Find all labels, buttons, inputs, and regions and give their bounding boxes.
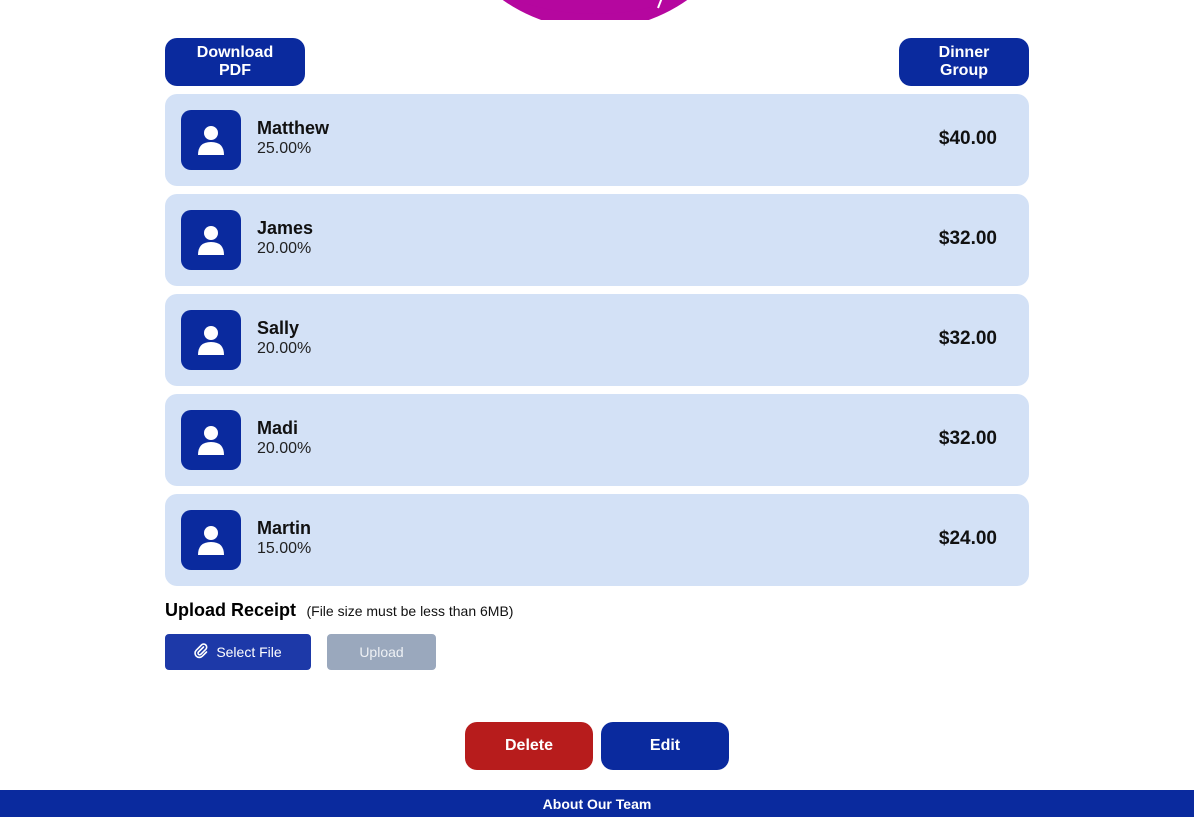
upload-receipt-title: Upload Receipt xyxy=(165,600,297,620)
upload-receipt-section: Upload Receipt (File size must be less t… xyxy=(165,600,765,670)
member-percent: 20.00% xyxy=(257,340,312,357)
member-amount: $32.00 xyxy=(938,428,997,449)
member-amount: $40.00 xyxy=(938,128,997,149)
member-percent: 15.00% xyxy=(257,540,312,557)
member-row: Matthew 25.00% $40.00 xyxy=(165,94,1029,186)
user-icon xyxy=(181,510,241,570)
member-percent: 25.00% xyxy=(257,140,312,157)
file-size-note: (File size must be less than 6MB) xyxy=(306,603,514,619)
member-row: Martin 15.00% $24.00 xyxy=(165,494,1029,586)
user-icon xyxy=(181,410,241,470)
member-list: Matthew 25.00% $40.00 James 20.00% $32.0… xyxy=(165,94,1029,594)
delete-button[interactable]: Delete xyxy=(465,722,593,770)
user-icon xyxy=(181,210,241,270)
select-file-button[interactable]: Select File xyxy=(165,634,311,670)
member-amount: $32.00 xyxy=(938,328,997,349)
member-name: Martin xyxy=(257,518,311,538)
user-icon xyxy=(181,310,241,370)
member-percent: 20.00% xyxy=(257,440,312,457)
member-amount: $32.00 xyxy=(938,228,997,249)
member-name: Madi xyxy=(257,418,299,438)
member-row: Sally 20.00% $32.00 xyxy=(165,294,1029,386)
select-file-label: Select File xyxy=(216,644,282,660)
member-row: Madi 20.00% $32.00 xyxy=(165,394,1029,486)
member-amount: $24.00 xyxy=(938,528,997,549)
user-icon xyxy=(181,110,241,170)
group-name-button[interactable]: Dinner Group xyxy=(899,38,1029,86)
member-percent: 20.00% xyxy=(257,240,312,257)
footer: About Our Team xyxy=(0,790,1194,817)
upload-buttons: Select File Upload xyxy=(165,634,436,670)
member-row: James 20.00% $32.00 xyxy=(165,194,1029,286)
download-pdf-button[interactable]: Download PDF xyxy=(165,38,305,86)
page: Download PDF Dinner Group Matthew 25.00%… xyxy=(0,0,1194,817)
member-name: James xyxy=(257,218,314,238)
member-name: Sally xyxy=(257,318,300,338)
paperclip-icon xyxy=(194,642,208,662)
pie-chart-fragment xyxy=(490,0,700,20)
member-name: Matthew xyxy=(257,118,329,138)
about-team-link[interactable]: About Our Team xyxy=(543,796,652,812)
upload-button[interactable]: Upload xyxy=(327,634,436,670)
edit-button[interactable]: Edit xyxy=(601,722,729,770)
